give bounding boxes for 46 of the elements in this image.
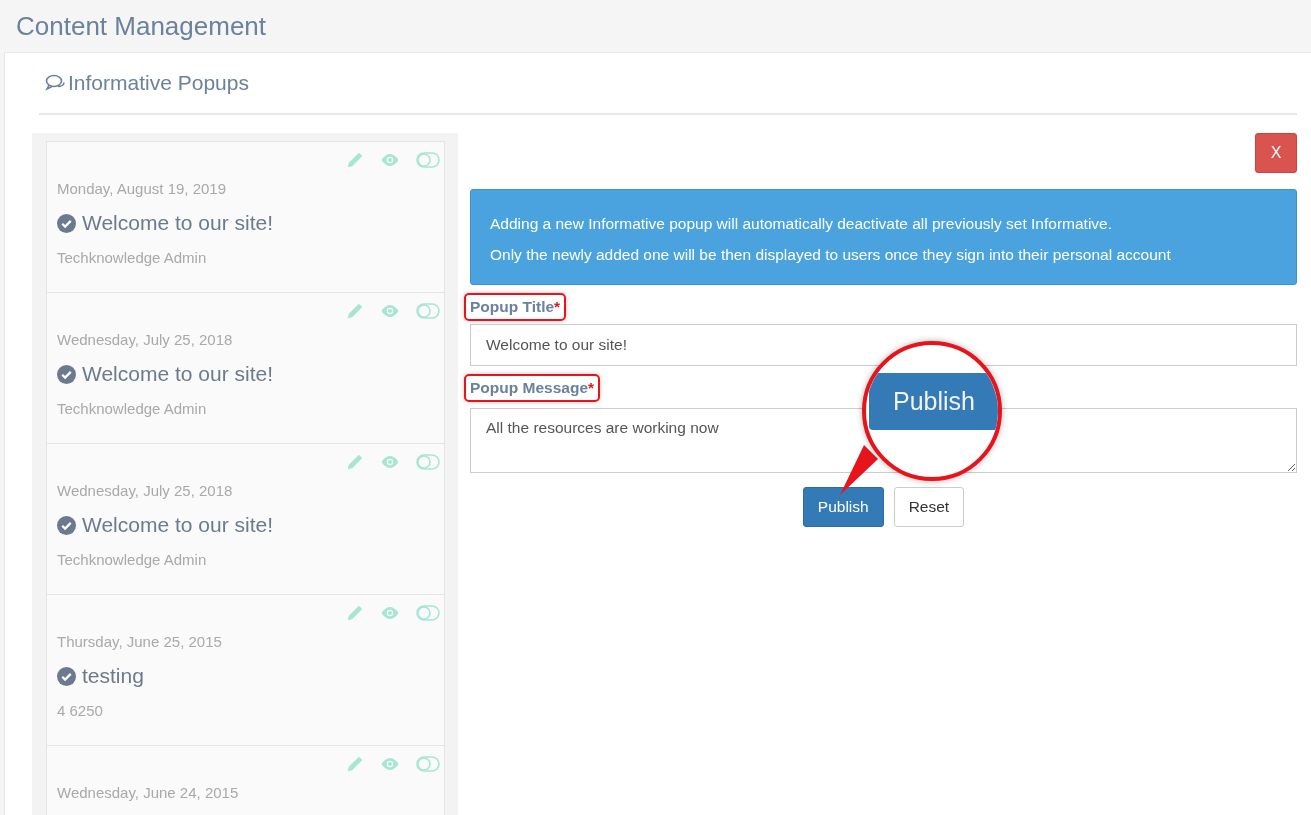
notice-text: Adding a new Informative popup will automatically deactivate all previously set Informative. bbox=[490, 214, 1114, 234]
popup-card[interactable]: Wednesday, July 25, 2018 Welcome to our site! Techknowledge Admin bbox=[46, 443, 445, 594]
popup-date: Wednesday, June 24, 2015 bbox=[57, 784, 240, 801]
popup-card[interactable]: Wednesday, July 25, 2018 Welcome to our site! Techknowledge Admin bbox=[46, 292, 445, 443]
eye-icon[interactable] bbox=[380, 606, 400, 620]
popup-date: Wednesday, July 25, 2018 bbox=[57, 482, 234, 499]
popup-author: 4 6250 bbox=[57, 702, 104, 719]
toggle-icon[interactable] bbox=[416, 152, 440, 168]
notice-text: Only the newly added one will be then displayed to users once they sign into their personal account bbox=[490, 245, 1172, 265]
title-field[interactable]: Welcome to our site! bbox=[470, 324, 1297, 366]
toggle-icon[interactable] bbox=[416, 756, 440, 772]
popup-title: Welcome to our site! bbox=[82, 211, 274, 235]
popup-date: Wednesday, July 25, 2018 bbox=[57, 331, 234, 348]
pencil-icon[interactable] bbox=[346, 302, 364, 320]
popup-date: Thursday, June 25, 2015 bbox=[57, 633, 223, 650]
popup-card[interactable]: Wednesday, June 24, 2015 bbox=[46, 745, 445, 815]
popup-card[interactable]: Monday, August 19, 2019 Welcome to our site! Techknowledge Admin bbox=[46, 141, 445, 292]
callout-text: Publish bbox=[869, 372, 998, 430]
popup-date: Monday, August 19, 2019 bbox=[57, 180, 227, 197]
eye-icon[interactable] bbox=[380, 153, 400, 167]
toggle-icon[interactable] bbox=[416, 605, 440, 621]
popup-title: Welcome to our site! bbox=[82, 362, 274, 386]
section-title: Informative Popups bbox=[68, 71, 249, 95]
popup-author: Techknowledge Admin bbox=[57, 400, 208, 417]
pencil-icon[interactable] bbox=[346, 453, 364, 471]
publish-button[interactable]: Publish bbox=[802, 487, 884, 527]
popup-title: Welcome to our site! bbox=[82, 513, 274, 537]
popup-title: testing bbox=[82, 664, 144, 688]
field-label: Popup Title* bbox=[464, 293, 567, 321]
field-label: Popup Message* bbox=[464, 374, 601, 402]
pencil-icon[interactable] bbox=[346, 604, 364, 622]
pencil-icon[interactable] bbox=[346, 151, 364, 169]
pencil-icon[interactable] bbox=[346, 755, 364, 773]
eye-icon[interactable] bbox=[380, 455, 400, 469]
reset-button[interactable]: Reset bbox=[893, 487, 965, 527]
toggle-icon[interactable] bbox=[416, 303, 440, 319]
toggle-icon[interactable] bbox=[416, 454, 440, 470]
chat-icon bbox=[45, 74, 66, 92]
eye-icon[interactable] bbox=[380, 757, 400, 771]
close-button[interactable]: X bbox=[1255, 133, 1297, 173]
popup-card[interactable]: Thursday, June 25, 2015 testing 4 6250 bbox=[46, 594, 445, 745]
eye-icon[interactable] bbox=[380, 304, 400, 318]
popup-author: Techknowledge Admin bbox=[57, 551, 208, 568]
callout-pointer bbox=[838, 445, 878, 497]
popup-author: Techknowledge Admin bbox=[57, 249, 208, 266]
page-title: Content Management bbox=[16, 10, 267, 42]
